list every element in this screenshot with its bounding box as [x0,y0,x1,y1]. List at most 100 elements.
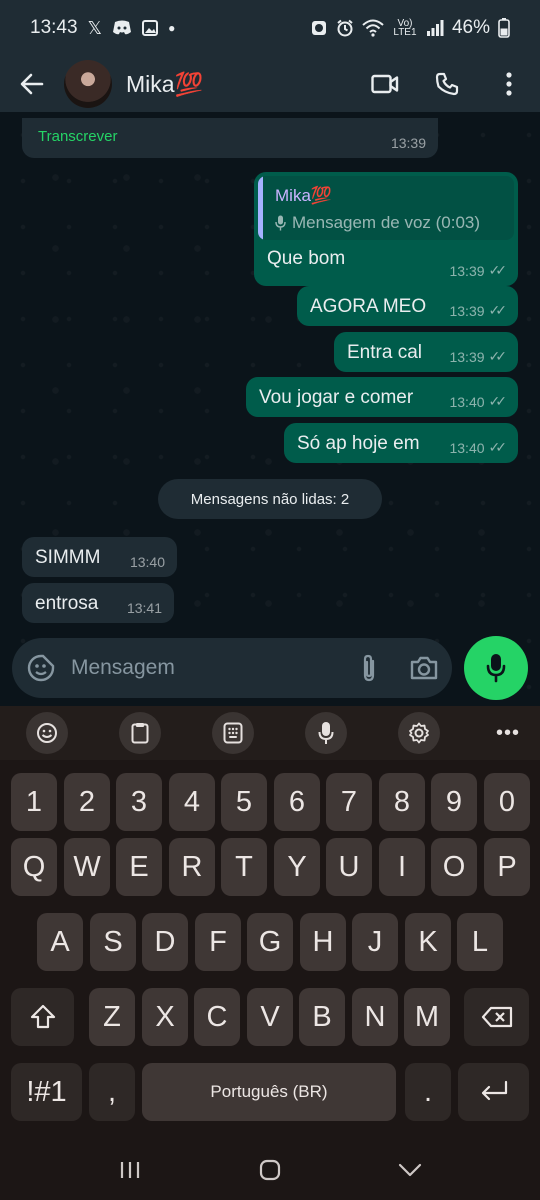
key-w[interactable]: W [64,838,110,896]
outgoing-message[interactable]: Vou jogar e comer 13:40 ✓✓ [246,377,518,417]
dnd-icon [311,21,326,35]
microphone-icon [486,654,506,683]
hide-keyboard-button[interactable] [370,1145,450,1195]
key-g[interactable]: G [247,913,293,971]
outgoing-message[interactable]: Só ap hoje em 13:40 ✓✓ [284,423,518,463]
discord-icon [113,20,132,35]
key-l[interactable]: L [457,913,503,971]
transcribe-link[interactable]: Transcrever [38,128,117,145]
key-q[interactable]: Q [11,838,57,896]
key-v[interactable]: V [247,988,293,1046]
contact-avatar[interactable] [64,60,112,108]
key-o[interactable]: O [431,838,477,896]
back-button[interactable] [0,56,64,112]
keypad-button[interactable] [212,712,254,754]
clipboard-button[interactable] [119,712,161,754]
message-text: SIMMM [35,547,101,568]
key-f[interactable]: F [195,913,241,971]
key-c[interactable]: C [194,988,240,1046]
incoming-message[interactable]: SIMMM 13:40 [22,537,177,577]
voice-message-bubble[interactable]: Transcrever 13:39 [22,118,438,158]
message-input[interactable] [70,648,342,688]
chevron-down-icon [398,1163,422,1177]
key-k[interactable]: K [405,913,451,971]
phone-icon [435,72,459,96]
symbols-key[interactable]: !#1 [11,1063,82,1121]
shift-key[interactable] [11,988,74,1046]
key-4[interactable]: 4 [169,773,215,831]
key-p[interactable]: P [484,838,530,896]
attach-button[interactable] [342,638,397,698]
incoming-message[interactable]: entrosa 13:41 [22,583,174,623]
message-time: 13:39 [449,302,485,319]
key-d[interactable]: D [142,913,188,971]
voice-call-button[interactable] [416,56,478,112]
keypad-icon [223,722,243,744]
message-composer [12,638,452,698]
key-1[interactable]: 1 [11,773,57,831]
key-y[interactable]: Y [274,838,320,896]
sticker-button[interactable] [12,638,71,698]
period-key[interactable]: . [405,1063,451,1121]
smiley-icon [37,723,57,743]
key-n[interactable]: N [352,988,398,1046]
key-z[interactable]: Z [89,988,135,1046]
message-text: Entra cal [347,342,422,363]
video-call-button[interactable] [354,56,416,112]
quoted-text: Mensagem de voz (0:03) [292,213,481,232]
chat-messages[interactable]: Transcrever 13:39 Mika💯 Mensagem de voz … [0,112,540,706]
key-h[interactable]: H [300,913,346,971]
camera-button[interactable] [397,638,452,698]
battery-percent: 46% [451,17,490,38]
message-meta: 13:40 ✓✓ [449,393,507,410]
key-5[interactable]: 5 [221,773,267,831]
key-7[interactable]: 7 [326,773,372,831]
gear-icon [409,722,429,744]
reply-message-bubble[interactable]: Mika💯 Mensagem de voz (0:03) Que bom 13:… [254,172,518,286]
key-s[interactable]: S [90,913,136,971]
space-key[interactable]: Português (BR) [142,1063,396,1121]
key-x[interactable]: X [142,988,188,1046]
key-6[interactable]: 6 [274,773,320,831]
message-time: 13:39 [449,348,485,365]
microphone-icon [275,215,286,231]
more-options-button[interactable] [478,56,540,112]
comma-key[interactable]: , [89,1063,135,1121]
unread-messages-divider: Mensagens não lidas: 2 [158,479,382,519]
status-bar: 13:43 𝕏 ● Vo) LTE1 46% [0,0,540,56]
emoji-keyboard-button[interactable] [26,712,68,754]
contact-name[interactable]: Mika💯 [126,71,203,98]
key-2[interactable]: 2 [64,773,110,831]
read-ticks-icon: ✓✓ [488,439,508,455]
quoted-message[interactable]: Mika💯 Mensagem de voz (0:03) [258,176,514,240]
key-i[interactable]: I [379,838,425,896]
voice-input-button[interactable] [305,712,347,754]
recent-apps-button[interactable] [90,1145,170,1195]
sticker-icon [28,654,55,682]
key-3[interactable]: 3 [116,773,162,831]
backspace-key[interactable] [464,988,529,1046]
key-m[interactable]: M [404,988,450,1046]
key-t[interactable]: T [221,838,267,896]
home-button[interactable] [230,1145,310,1195]
keyboard-more-button[interactable]: ••• [496,722,520,745]
message-meta: 13:39 ✓✓ [449,302,507,319]
keyboard-settings-button[interactable] [398,712,440,754]
key-0[interactable]: 0 [484,773,530,831]
key-a[interactable]: A [37,913,83,971]
outgoing-message[interactable]: Entra cal 13:39 ✓✓ [334,332,518,372]
key-e[interactable]: E [116,838,162,896]
notification-dot-icon: ● [168,21,176,35]
key-b[interactable]: B [299,988,345,1046]
quoted-sender: Mika💯 [275,186,333,205]
key-u[interactable]: U [326,838,372,896]
key-9[interactable]: 9 [431,773,477,831]
voice-record-button[interactable] [464,636,528,700]
camera-icon [411,656,438,680]
key-8[interactable]: 8 [379,773,425,831]
network-label: Vo) LTE1 [393,18,417,38]
outgoing-message[interactable]: AGORA MEO 13:39 ✓✓ [297,286,518,326]
key-j[interactable]: J [352,913,398,971]
key-r[interactable]: R [169,838,215,896]
enter-key[interactable] [458,1063,529,1121]
